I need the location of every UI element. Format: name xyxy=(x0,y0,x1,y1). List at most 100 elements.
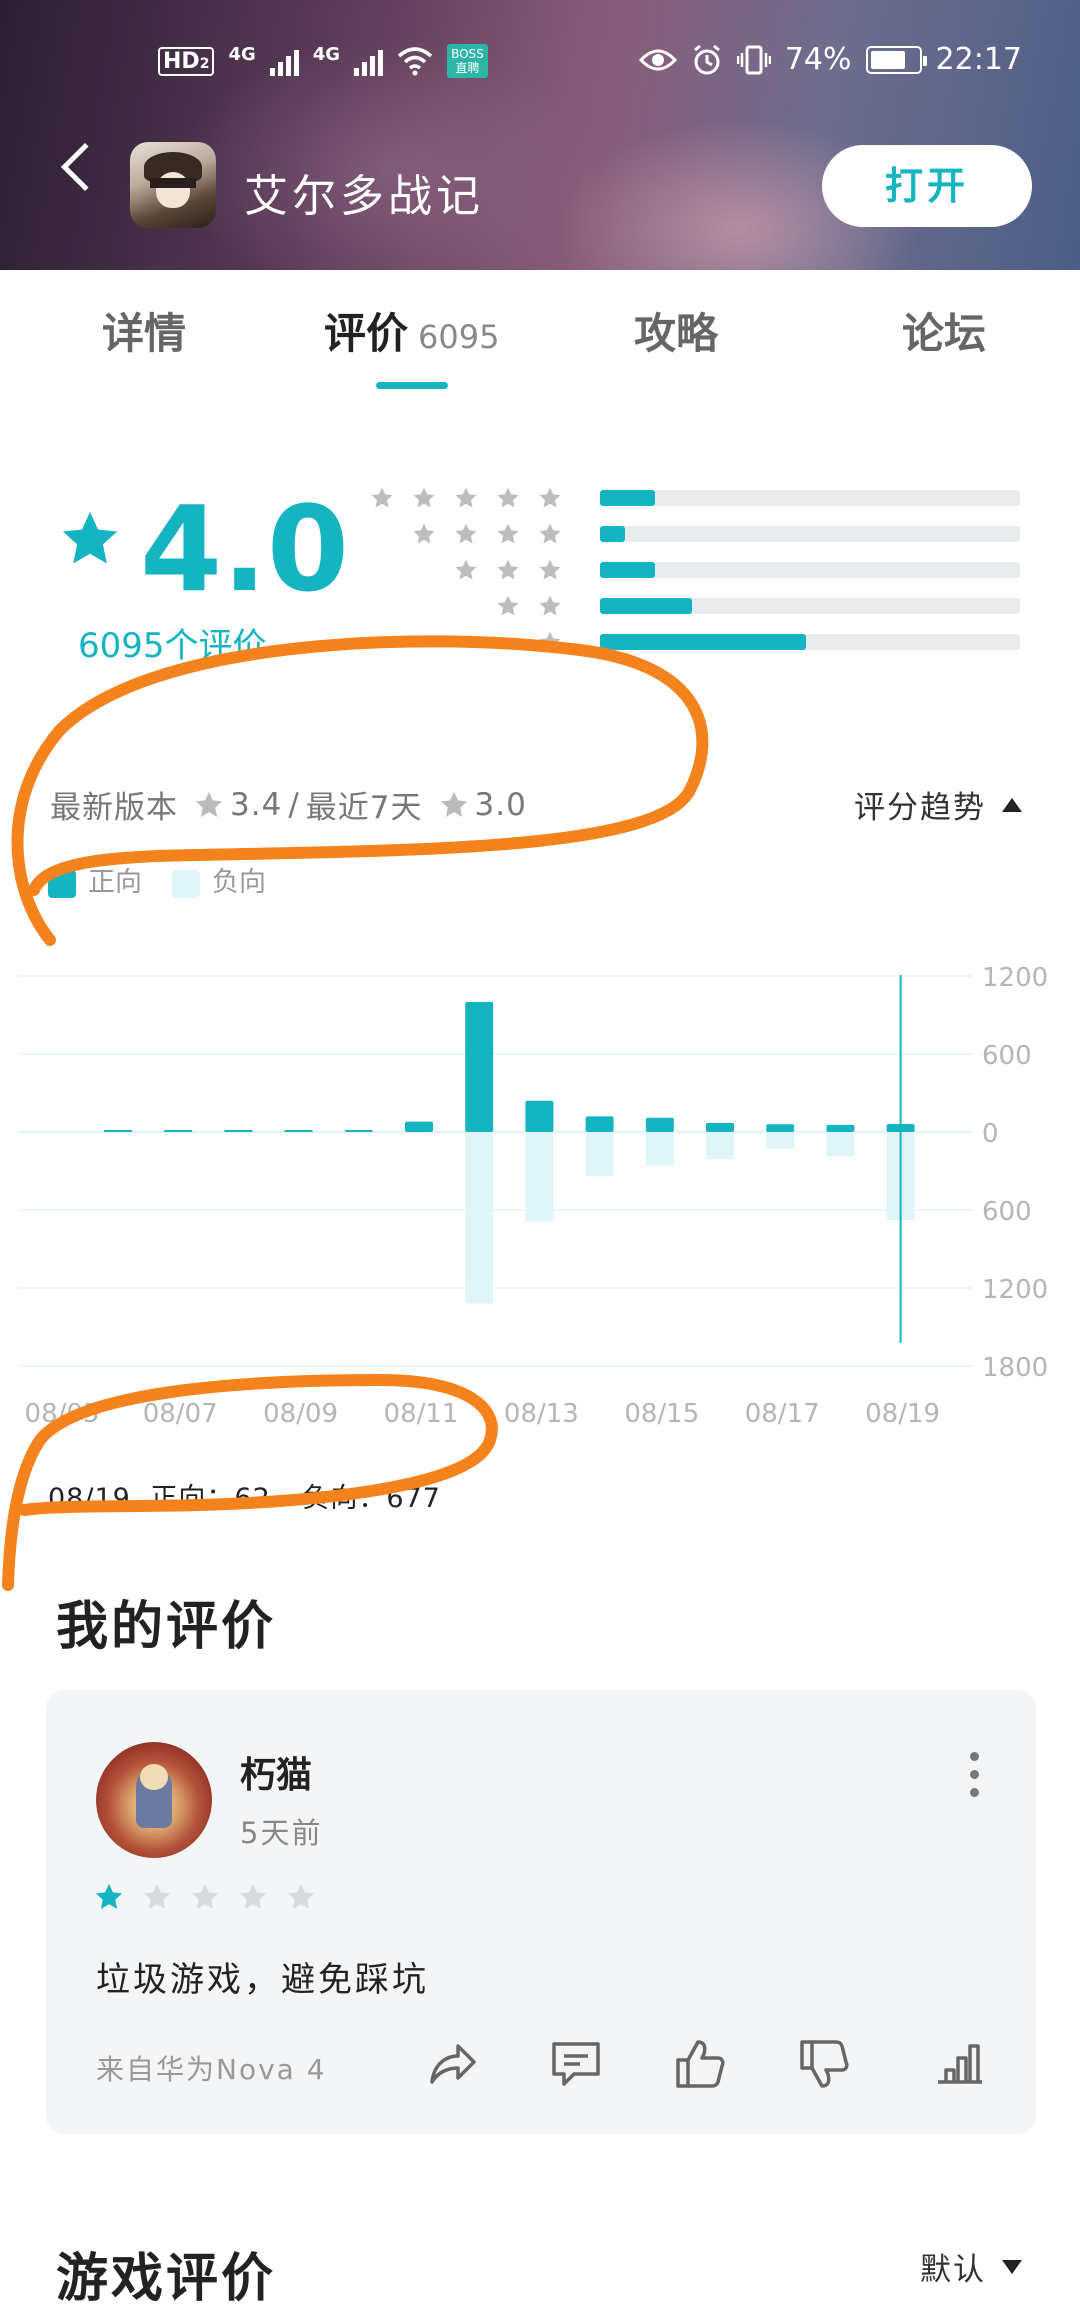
my-review-card[interactable]: 朽猫 5天前 垃圾游戏，避免踩坑 来自华为Nova 4 xyxy=(46,1690,1036,2134)
distribution-bar-fill xyxy=(600,490,655,506)
distribution-row-2-star xyxy=(380,594,1020,618)
network-type-label: 4G xyxy=(312,44,341,65)
star-icon xyxy=(455,559,477,580)
recent-label: 最近7天 xyxy=(305,790,423,826)
x-tick-label: 08/17 xyxy=(745,1399,820,1429)
star-icon xyxy=(371,487,393,508)
positive-bar xyxy=(645,1117,674,1132)
avatar-head xyxy=(140,1764,168,1790)
signal-icon xyxy=(269,46,299,76)
y-tick-label: 0 xyxy=(982,1119,999,1149)
boss-app-badge: BOSS 直聘 xyxy=(447,44,488,78)
tab-forum[interactable]: 论坛 xyxy=(902,300,986,361)
distribution-bar-fill xyxy=(600,562,655,578)
y-tick-label: 1800 xyxy=(982,1353,1048,1383)
legend-swatch xyxy=(172,869,200,898)
comment-icon[interactable] xyxy=(548,2036,604,2092)
distribution-bar-fill xyxy=(600,598,693,614)
negative-bar xyxy=(525,1132,554,1222)
status-right: 74% 22:17 xyxy=(638,42,1022,77)
y-tick-label: 1200 xyxy=(982,963,1048,993)
distribution-bar-track xyxy=(600,526,1020,542)
tab-label: 论坛 xyxy=(902,309,987,358)
star-empty-icon xyxy=(239,1883,267,1909)
y-tick-label: 600 xyxy=(982,1197,1032,1227)
star-empty-icon xyxy=(191,1883,219,1909)
distribution-bar-fill xyxy=(600,634,806,650)
x-tick-label: 08/05 xyxy=(25,1399,100,1429)
back-arrow-icon[interactable] xyxy=(60,142,110,192)
signal-icon xyxy=(354,46,384,76)
star-empty-icon xyxy=(143,1883,171,1909)
detail-negative-value: 677 xyxy=(386,1483,441,1514)
star-icon xyxy=(455,487,477,508)
legend-swatch xyxy=(48,869,76,898)
app-header: HD2 4G 4G BOSS 直聘 74% 22:17 艾尔多战记 打开 xyxy=(0,0,1080,270)
tab-details[interactable]: 详情 xyxy=(102,300,186,361)
version-rating-line: 最新版本 3.4 / 最近7天 3.0 xyxy=(50,782,527,827)
star-icon xyxy=(413,487,435,508)
distribution-stars xyxy=(496,594,562,618)
legend-negative: 负向 xyxy=(172,860,266,899)
rating-trend-chart[interactable]: 1200 600 0 600 1200 1800 08/05 08/07 08/09 08/11 0… xyxy=(0,950,1080,1430)
positive-bar xyxy=(706,1122,734,1132)
tab-guides[interactable]: 攻略 xyxy=(634,300,718,361)
x-tick-label: 08/11 xyxy=(384,1399,459,1429)
distribution-bar-track xyxy=(600,598,1020,614)
share-icon[interactable] xyxy=(424,2036,480,2092)
network-type-label: 4G xyxy=(228,44,256,65)
latest-version-score: 3.4 xyxy=(230,786,283,823)
positive-bar xyxy=(525,1100,554,1132)
x-tick-label: 08/15 xyxy=(624,1399,699,1429)
selected-day-detail: 08/19 正向：62 负向：677 xyxy=(48,1476,441,1515)
wifi-icon xyxy=(397,47,433,76)
reviewer-name[interactable]: 朽猫 xyxy=(240,1746,312,1798)
distribution-stars xyxy=(370,486,562,510)
review-star-rating xyxy=(94,1882,316,1912)
tab-reviews[interactable]: 评价 6095 xyxy=(324,300,499,361)
negative-bar xyxy=(645,1132,674,1166)
positive-bar xyxy=(405,1121,433,1132)
thumbs-down-icon[interactable] xyxy=(796,2036,852,2092)
x-tick-label: 08/07 xyxy=(143,1399,218,1429)
detail-positive-value: 62 xyxy=(234,1483,271,1514)
tab-review-count: 6095 xyxy=(418,318,500,356)
star-empty-icon xyxy=(287,1883,315,1909)
more-options-icon[interactable] xyxy=(970,1752,980,1797)
distribution-bar-track xyxy=(600,562,1020,578)
y-tick-label: 600 xyxy=(982,1041,1032,1071)
my-review-title: 我的评价 xyxy=(56,1597,277,1657)
positive-bar xyxy=(766,1124,795,1132)
battery-level xyxy=(870,50,905,69)
avatar[interactable] xyxy=(96,1742,212,1858)
status-left: HD2 4G 4G BOSS 直聘 xyxy=(158,44,488,78)
distribution-bar-track xyxy=(600,634,1020,650)
star-icon xyxy=(539,523,561,544)
status-bar: HD2 4G 4G BOSS 直聘 74% 22:17 xyxy=(0,38,1080,88)
recent-score: 3.0 xyxy=(474,786,527,823)
average-score: 4.0 xyxy=(140,480,350,618)
x-tick-label: 08/19 xyxy=(865,1399,940,1429)
positive-bar xyxy=(224,1130,253,1132)
rating-trend-toggle[interactable]: 评分趋势 xyxy=(854,782,1022,827)
star-icon xyxy=(539,595,561,616)
thumbs-up-icon[interactable] xyxy=(672,2036,728,2092)
active-tab-indicator xyxy=(376,382,448,389)
battery-percent: 74% xyxy=(784,42,852,77)
distribution-stars xyxy=(412,522,562,546)
positive-bar xyxy=(284,1130,313,1132)
positive-bar xyxy=(164,1130,193,1132)
stats-icon[interactable] xyxy=(932,2036,988,2092)
positive-bar xyxy=(104,1130,132,1132)
open-button[interactable]: 打开 xyxy=(822,145,1032,227)
distribution-bar-fill xyxy=(600,526,626,542)
positive-bar xyxy=(344,1130,373,1132)
distribution-stars xyxy=(538,630,562,654)
star-icon xyxy=(539,631,561,652)
negative-bar xyxy=(585,1132,614,1177)
review-text: 垃圾游戏，避免踩坑 xyxy=(96,1960,429,2000)
sort-dropdown[interactable]: 默认 xyxy=(920,2244,1022,2289)
app-title: 艾尔多战记 xyxy=(244,171,484,222)
tab-label: 详情 xyxy=(102,309,187,358)
distribution-row-5-star xyxy=(371,486,1020,510)
